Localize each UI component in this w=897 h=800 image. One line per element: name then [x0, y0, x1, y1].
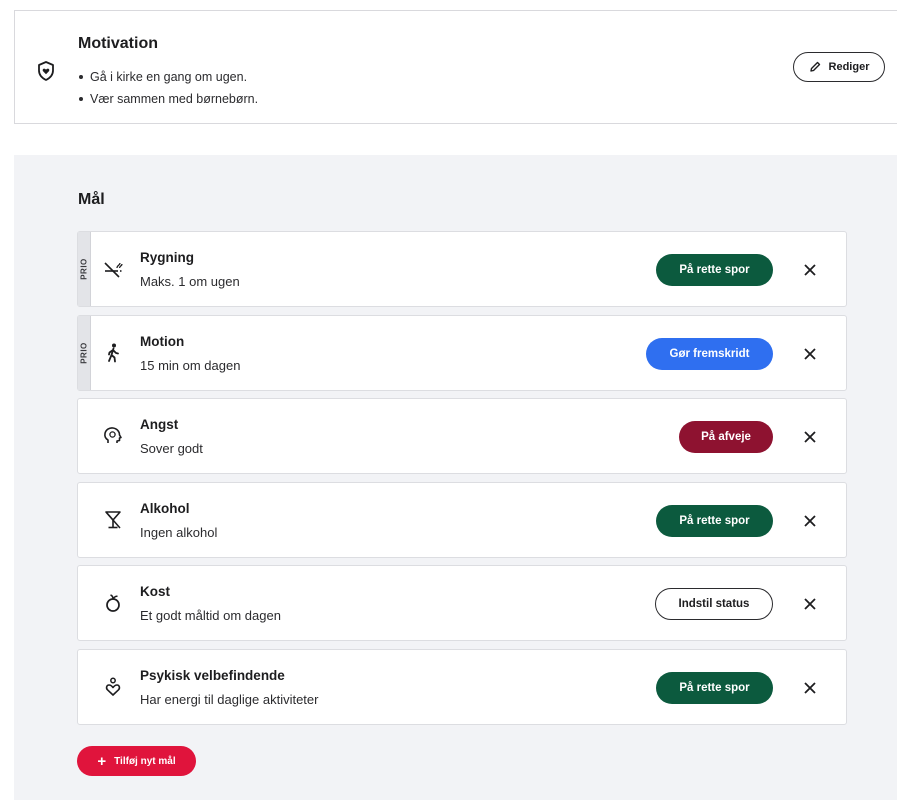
motivation-item: Gå i kirke en gang om ugen.	[78, 66, 258, 88]
goal-subtitle: Et godt måltid om dagen	[140, 608, 281, 623]
apple-icon	[102, 592, 124, 614]
add-goal-button[interactable]: + Tilføj nyt mål	[77, 746, 196, 776]
motivation-title: Motivation	[78, 35, 158, 52]
goal-name: Kost	[140, 584, 170, 599]
goal-name: Alkohol	[140, 501, 190, 516]
goal-subtitle: Maks. 1 om ugen	[140, 274, 240, 289]
status-badge[interactable]: På rette spor	[656, 672, 773, 704]
close-icon[interactable]	[802, 513, 818, 529]
goal-name: Angst	[140, 417, 179, 432]
status-badge[interactable]: På rette spor	[656, 505, 773, 537]
add-goal-label: Tilføj nyt mål	[114, 755, 176, 767]
motivation-card: Motivation Gå i kirke en gang om ugen. V…	[14, 10, 897, 124]
close-icon[interactable]	[802, 680, 818, 696]
walking-icon	[102, 342, 124, 364]
close-icon[interactable]	[802, 596, 818, 612]
goal-subtitle: Sover godt	[140, 441, 203, 456]
status-badge[interactable]: Gør fremskridt	[646, 338, 773, 370]
close-icon[interactable]	[802, 429, 818, 445]
prio-badge: PRIO	[78, 316, 91, 390]
goal-name: Motion	[140, 334, 185, 349]
pencil-icon	[809, 61, 820, 72]
status-badge[interactable]: På afveje	[679, 421, 773, 453]
goal-subtitle: Har energi til daglige aktiviteter	[140, 692, 319, 707]
motivation-item: Vær sammen med børnebørn.	[78, 88, 258, 110]
goal-card-kost[interactable]: Kost Et godt måltid om dagen Indstil sta…	[77, 565, 847, 641]
goal-name: Rygning	[140, 250, 194, 265]
head-icon	[102, 425, 124, 447]
goal-card-alkohol[interactable]: Alkohol Ingen alkohol På rette spor	[77, 482, 847, 558]
shield-heart-icon	[38, 61, 54, 81]
close-icon[interactable]	[802, 262, 818, 278]
goals-panel: Mål PRIO Rygning Maks. 1 om ugen På rett…	[14, 155, 897, 800]
close-icon[interactable]	[802, 346, 818, 362]
no-alcohol-icon	[102, 509, 124, 531]
motivation-list: Gå i kirke en gang om ugen. Vær sammen m…	[78, 66, 258, 110]
goal-card-psykisk-velbefindende[interactable]: Psykisk velbefindende Har energi til dag…	[77, 649, 847, 725]
person-heart-icon	[102, 676, 124, 698]
goals-title: Mål	[78, 191, 105, 208]
status-badge[interactable]: På rette spor	[656, 254, 773, 286]
edit-button-label: Rediger	[828, 61, 870, 73]
prio-badge: PRIO	[78, 232, 91, 306]
goal-subtitle: Ingen alkohol	[140, 525, 218, 540]
goal-name: Psykisk velbefindende	[140, 668, 285, 683]
goal-card-motion[interactable]: PRIO Motion 15 min om dagen Gør fremskri…	[77, 315, 847, 391]
plus-icon: +	[97, 752, 107, 770]
goal-subtitle: 15 min om dagen	[140, 358, 241, 373]
edit-button[interactable]: Rediger	[793, 52, 885, 82]
status-badge[interactable]: Indstil status	[655, 588, 773, 620]
goal-card-angst[interactable]: Angst Sover godt På afveje	[77, 398, 847, 474]
no-smoking-icon	[102, 258, 124, 280]
goal-card-rygning[interactable]: PRIO Rygning Maks. 1 om ugen På rette sp…	[77, 231, 847, 307]
